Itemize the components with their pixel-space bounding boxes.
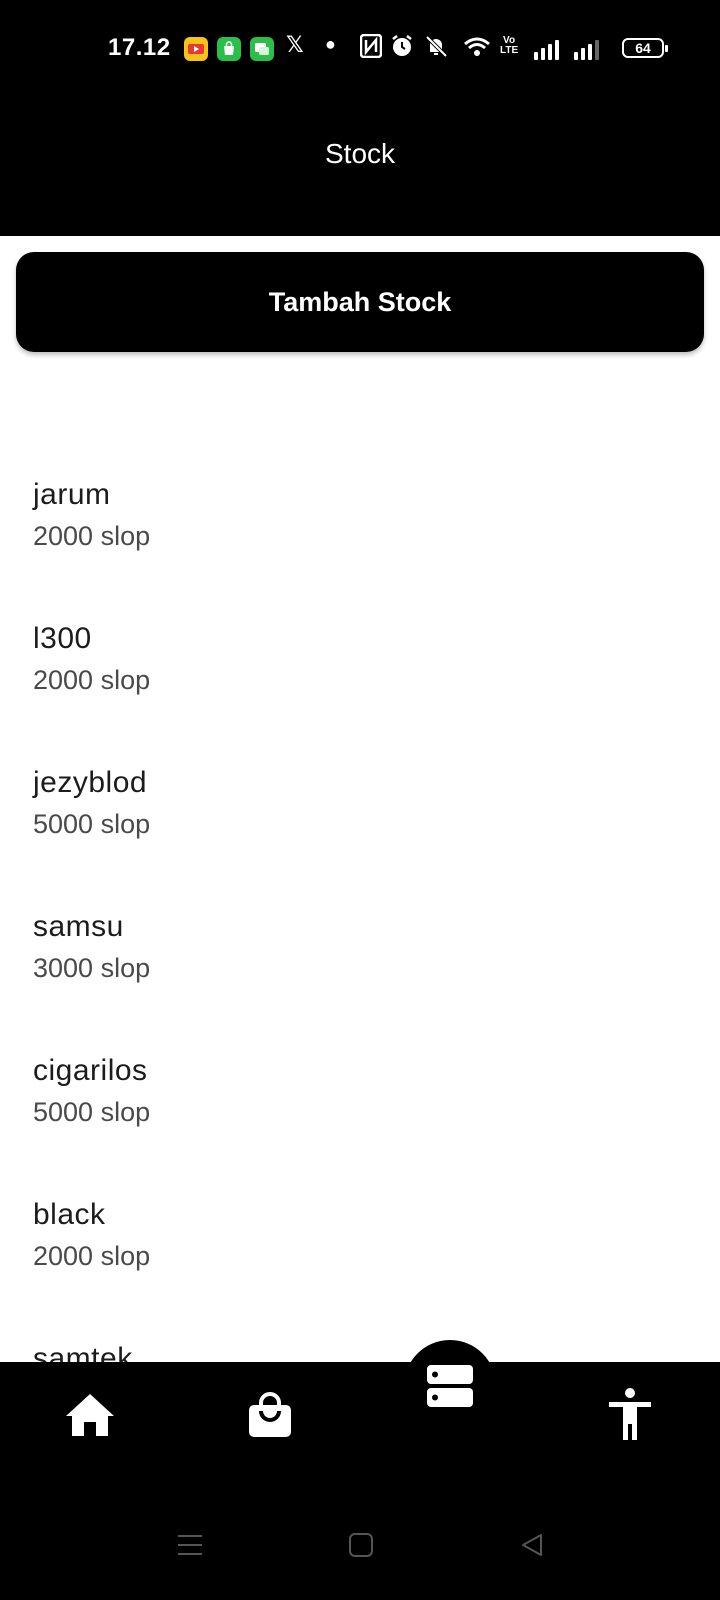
yt-lite-app-icon bbox=[184, 37, 208, 61]
list-item[interactable]: l300 2000 slop bbox=[0, 602, 720, 746]
list-item[interactable]: samsu 3000 slop bbox=[0, 890, 720, 1034]
nfc-icon bbox=[359, 33, 383, 64]
item-quantity: 2000 slop bbox=[33, 665, 151, 695]
back-triangle-icon bbox=[522, 1534, 542, 1556]
item-name: black bbox=[33, 1198, 106, 1231]
status-bar: 17.12 𝕏 ● Vo LTE 64 bbox=[0, 28, 720, 68]
nav-home-button[interactable] bbox=[60, 1385, 120, 1445]
shopping-bag-icon bbox=[249, 1392, 291, 1437]
stock-screen: 17.12 𝕏 ● Vo LTE 64 Stock Tambah Stock j… bbox=[0, 0, 720, 1600]
item-quantity: 3000 slop bbox=[33, 953, 151, 983]
list-item[interactable]: black 2000 slop bbox=[0, 1178, 720, 1322]
top-bar: 17.12 𝕏 ● Vo LTE 64 Stock bbox=[0, 0, 720, 236]
alarm-icon bbox=[390, 34, 414, 64]
item-name: samsu bbox=[33, 910, 124, 943]
home-square-icon bbox=[349, 1533, 373, 1557]
item-name: jezyblod bbox=[33, 766, 148, 799]
mute-icon bbox=[422, 34, 452, 64]
item-quantity: 5000 slop bbox=[33, 1097, 151, 1127]
nav-profile-button[interactable] bbox=[600, 1380, 660, 1450]
system-navigation bbox=[0, 1515, 720, 1575]
system-back-button[interactable] bbox=[512, 1525, 552, 1565]
page-title: Stock bbox=[324, 138, 396, 169]
nav-shop-button[interactable] bbox=[240, 1385, 300, 1445]
messages-app-icon bbox=[250, 37, 274, 61]
battery-icon: 64 bbox=[622, 38, 668, 58]
signal-icon bbox=[534, 38, 559, 60]
item-quantity: 2000 slop bbox=[33, 1241, 151, 1271]
volte-line2: LTE bbox=[500, 45, 519, 56]
item-name: l300 bbox=[33, 622, 92, 655]
x-app-icon: 𝕏 bbox=[286, 32, 304, 57]
stock-storage-icon bbox=[427, 1365, 473, 1407]
wifi-icon bbox=[462, 34, 492, 64]
store-app-icon bbox=[217, 37, 241, 61]
stock-list: jarum 2000 slop l300 2000 slop jezyblod … bbox=[0, 458, 720, 1466]
list-item[interactable]: cigarilos 5000 slop bbox=[0, 1034, 720, 1178]
accessibility-person-icon bbox=[609, 1388, 651, 1440]
status-time: 17.12 bbox=[108, 34, 171, 61]
volte-icon: Vo LTE bbox=[500, 36, 518, 56]
signal-icon bbox=[574, 38, 599, 60]
list-item[interactable]: jezyblod 5000 slop bbox=[0, 746, 720, 890]
menu-icon bbox=[178, 1535, 202, 1555]
system-menu-button[interactable] bbox=[170, 1525, 210, 1565]
item-quantity: 5000 slop bbox=[33, 809, 151, 839]
home-icon bbox=[66, 1394, 114, 1436]
dot-icon: ● bbox=[325, 34, 336, 54]
system-home-button[interactable] bbox=[341, 1525, 381, 1565]
nav-stock-button[interactable] bbox=[404, 1340, 496, 1432]
item-name: jarum bbox=[33, 478, 111, 511]
add-stock-button[interactable]: Tambah Stock bbox=[16, 252, 704, 352]
list-item[interactable]: jarum 2000 slop bbox=[0, 458, 720, 602]
item-quantity: 2000 slop bbox=[33, 521, 151, 551]
item-name: cigarilos bbox=[33, 1054, 148, 1087]
